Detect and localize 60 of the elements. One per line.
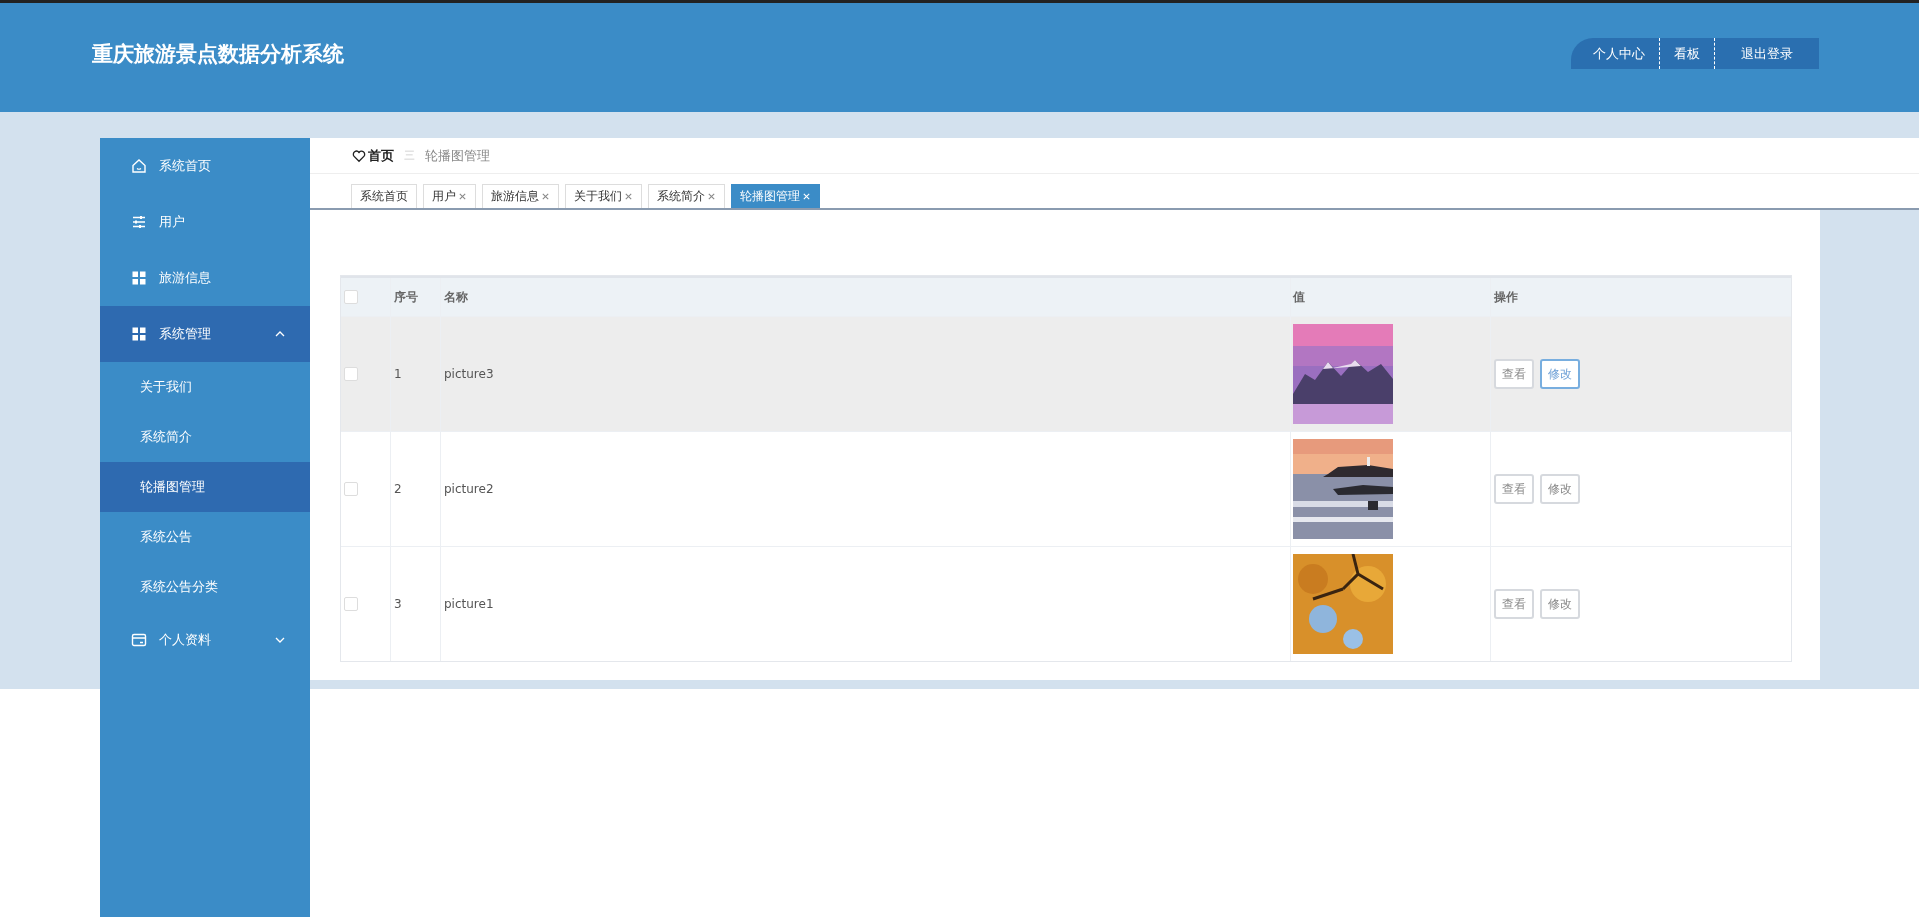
table-cell: 3 — [394, 597, 402, 611]
close-icon[interactable] — [541, 192, 550, 201]
nav-button[interactable]: 个人中心 — [1571, 38, 1659, 69]
app-title: 重庆旅游景点数据分析系统 — [92, 40, 344, 68]
close-icon[interactable] — [707, 192, 716, 201]
table-cell: picture1 — [444, 597, 494, 611]
submenu-item[interactable]: 关于我们 — [100, 362, 310, 412]
action-button[interactable]: 查看 — [1494, 474, 1534, 504]
menu-item[interactable]: 用户 — [100, 194, 310, 250]
breadcrumb-current: 轮播图管理 — [425, 146, 490, 165]
submenu-item[interactable]: 系统公告 — [100, 512, 310, 562]
submenu-item[interactable]: 系统公告分类 — [100, 562, 310, 612]
table-cell: picture3 — [444, 367, 494, 381]
menu-label: 系统管理 — [159, 325, 212, 343]
tab-label: 用户 — [432, 188, 456, 205]
submenu-item[interactable]: 系统简介 — [100, 412, 310, 462]
nav-button[interactable]: 退出登录 — [1714, 38, 1819, 69]
checkbox[interactable] — [344, 597, 358, 611]
page-tab[interactable]: 轮播图管理 — [731, 184, 820, 208]
grid-icon — [131, 326, 147, 342]
page-tab[interactable]: 关于我们 — [565, 184, 642, 208]
column-header: 操作 — [1493, 288, 1519, 306]
table-cell: 2 — [394, 482, 402, 496]
tab-label: 系统简介 — [657, 188, 705, 205]
menu-label: 用户 — [159, 213, 186, 231]
action-button[interactable]: 查看 — [1494, 589, 1534, 619]
nav-button[interactable]: 看板 — [1659, 38, 1714, 69]
menu-label: 个人资料 — [159, 631, 212, 649]
action-button[interactable]: 查看 — [1494, 359, 1534, 389]
page-tab[interactable]: 系统简介 — [648, 184, 725, 208]
page-tab[interactable]: 系统首页 — [351, 184, 417, 208]
sliders-icon — [131, 214, 147, 230]
menu-item[interactable]: 系统首页 — [100, 138, 310, 194]
tab-label: 系统首页 — [360, 188, 408, 205]
card-icon — [131, 632, 147, 648]
table-cell: 1 — [394, 367, 402, 381]
menu-item[interactable]: 个人资料 — [100, 612, 310, 668]
action-button[interactable]: 修改 — [1540, 359, 1580, 389]
tab-label: 旅游信息 — [491, 188, 539, 205]
tab-label: 关于我们 — [574, 188, 622, 205]
heart-icon — [352, 148, 366, 163]
table-cell: picture2 — [444, 482, 494, 496]
tab-label: 轮播图管理 — [740, 188, 800, 205]
breadcrumb-link[interactable]: 首页 — [368, 146, 394, 165]
close-icon[interactable] — [624, 192, 633, 201]
action-button[interactable]: 修改 — [1540, 589, 1580, 619]
grid-icon — [131, 270, 147, 286]
checkbox[interactable] — [344, 482, 358, 496]
menu-item[interactable]: 旅游信息 — [100, 250, 310, 306]
menu-label: 旅游信息 — [159, 269, 212, 287]
menu-label: 系统首页 — [159, 157, 212, 175]
submenu-item[interactable]: 轮播图管理 — [100, 462, 310, 512]
page-tab[interactable]: 旅游信息 — [482, 184, 559, 208]
close-icon[interactable] — [458, 192, 467, 201]
menu-item[interactable]: 系统管理 — [100, 306, 310, 362]
action-button[interactable]: 修改 — [1540, 474, 1580, 504]
checkbox[interactable] — [344, 290, 358, 304]
checkbox[interactable] — [344, 367, 358, 381]
page-tab[interactable]: 用户 — [423, 184, 476, 208]
home-icon — [131, 158, 147, 174]
